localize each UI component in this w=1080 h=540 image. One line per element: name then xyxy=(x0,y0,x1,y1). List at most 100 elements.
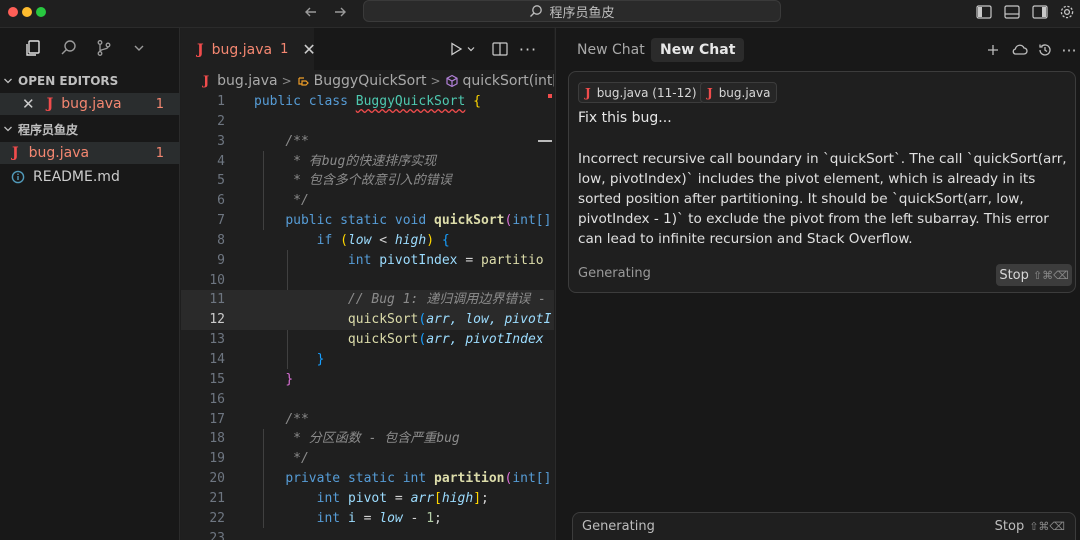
toggle-primary-sidebar-icon[interactable] xyxy=(974,2,994,22)
code-token: i xyxy=(347,510,356,526)
stop-shortcut: ⇧⌘⌫ xyxy=(1029,520,1065,533)
code-token: low xyxy=(379,510,403,526)
line-number: 21 xyxy=(209,490,225,506)
close-window-button[interactable] xyxy=(8,7,18,17)
toggle-panel-icon[interactable] xyxy=(1002,2,1022,22)
code-token: BuggyQuickSort xyxy=(355,94,466,109)
code-token: static xyxy=(340,213,388,229)
code-line: 22 int i = low - 1; xyxy=(181,509,554,529)
breadcrumb-class[interactable]: BuggyQuickSort xyxy=(314,73,427,89)
code-line: 13 quickSort(arr, pivotIndex xyxy=(181,330,554,350)
close-icon[interactable]: ✕ xyxy=(302,40,315,59)
open-editors-header[interactable]: OPEN EDITORS xyxy=(0,71,180,91)
open-editor-name: bug.java xyxy=(61,96,122,112)
code-line: 2 xyxy=(181,112,554,132)
code-token: int xyxy=(316,510,341,526)
generating-status: Generating xyxy=(582,519,655,534)
code-line: 17 /** xyxy=(181,410,554,430)
chevron-down-icon[interactable] xyxy=(127,36,151,60)
line-number: 9 xyxy=(217,252,225,268)
command-center-search[interactable]: 程序员鱼皮 xyxy=(363,0,781,22)
java-icon: J xyxy=(707,85,713,100)
code-token: int xyxy=(347,252,372,268)
code-token: void xyxy=(394,213,427,229)
line-number: 23 xyxy=(209,530,225,540)
chevron-right-icon: > xyxy=(281,74,292,88)
search-icon[interactable] xyxy=(57,36,81,60)
back-arrow-icon[interactable] xyxy=(300,1,322,23)
method-cube-icon xyxy=(445,74,458,88)
assistant-response: Incorrect recursive call boundary in `qu… xyxy=(578,151,1067,247)
code-token: { xyxy=(441,232,450,248)
code-token: partition xyxy=(434,471,505,487)
code-token: */ xyxy=(285,193,309,209)
title-bar: 程序员鱼皮 xyxy=(0,0,1080,28)
java-icon: J xyxy=(46,96,54,112)
toggle-secondary-sidebar-icon[interactable] xyxy=(1030,2,1050,22)
code-token: { xyxy=(473,94,481,109)
code-token: quickSort xyxy=(347,332,419,348)
code-token: quickSort xyxy=(347,312,419,328)
explorer-files-icon[interactable] xyxy=(21,36,45,60)
context-chip[interactable]: J bug.java xyxy=(700,82,778,103)
code-token: } xyxy=(285,371,294,387)
chevron-down-icon xyxy=(4,78,12,84)
code-token: arr, pivotIndex xyxy=(426,332,544,348)
chat-tab[interactable]: New Chat xyxy=(568,38,654,62)
code-token: pivot xyxy=(347,490,388,506)
file-item-bug-java[interactable]: J bug.java 1 xyxy=(0,142,180,164)
code-token: int xyxy=(316,490,341,506)
code-token: /** xyxy=(285,411,309,427)
code-token: * 包含多个故意引入的错误 xyxy=(285,173,452,189)
open-editor-item[interactable]: ✕ J bug.java 1 xyxy=(0,93,180,115)
code-line: 3 /** xyxy=(181,132,554,152)
split-editor-icon[interactable] xyxy=(489,38,511,60)
chat-tab-active[interactable]: New Chat xyxy=(651,38,745,62)
minimize-window-button[interactable] xyxy=(22,7,32,17)
project-folder-header[interactable]: 程序员鱼皮 xyxy=(0,119,180,139)
editor-tab-bug-java[interactable]: J bug.java 1 ✕ xyxy=(181,28,316,70)
chat-input-box[interactable]: Generating Stop ⇧⌘⌫ xyxy=(572,512,1076,540)
file-item-readme[interactable]: README.md xyxy=(0,166,180,188)
line-number: 19 xyxy=(209,451,225,467)
code-token: ; xyxy=(434,510,442,526)
problem-count-badge: 1 xyxy=(155,96,164,112)
stop-button[interactable]: Stop ⇧⌘⌫ xyxy=(996,264,1072,286)
chevron-right-icon: > xyxy=(430,74,441,88)
source-control-icon[interactable] xyxy=(92,36,116,60)
code-line: 9 int pivotIndex = partitio xyxy=(181,251,554,271)
code-line: 16 xyxy=(181,390,554,410)
breadcrumb-method[interactable]: quickSort(int[ xyxy=(463,73,554,89)
java-icon: J xyxy=(12,145,19,161)
breadcrumb-file[interactable]: bug.java xyxy=(217,73,277,89)
code-token: private xyxy=(285,471,341,487)
code-line: 15 } xyxy=(181,370,554,390)
line-number: 22 xyxy=(209,510,225,526)
more-actions-icon[interactable]: ··· xyxy=(1059,40,1079,60)
stop-button[interactable]: Stop ⇧⌘⌫ xyxy=(995,519,1065,534)
history-icon[interactable] xyxy=(1035,40,1055,60)
code-token: * 有bug的快速排序实现 xyxy=(285,153,437,169)
class-icon xyxy=(298,77,309,86)
code-token: pivotIndex xyxy=(379,252,458,268)
code-line: 4 * 有bug的快速排序实现 xyxy=(181,152,554,172)
code-token: ; xyxy=(481,490,489,506)
cloud-icon[interactable] xyxy=(1009,40,1029,60)
chevron-down-icon[interactable] xyxy=(464,38,478,60)
maximize-window-button[interactable] xyxy=(36,7,46,17)
code-line: 14 } xyxy=(181,350,554,370)
tab-label: bug.java xyxy=(211,41,273,58)
close-icon[interactable]: ✕ xyxy=(22,95,35,113)
code-line: 19 */ xyxy=(181,449,554,469)
user-prompt: Fix this bug... xyxy=(578,110,672,126)
plus-icon[interactable] xyxy=(983,40,1003,60)
context-chip-label: bug.java xyxy=(718,85,771,100)
settings-gear-icon[interactable] xyxy=(1057,2,1077,22)
context-chip[interactable]: J bug.java (11-12) xyxy=(578,82,704,103)
java-icon: J xyxy=(197,41,204,58)
code-token: partitio xyxy=(481,252,544,268)
code-token: high xyxy=(394,232,427,248)
more-actions-icon[interactable]: ··· xyxy=(517,38,539,60)
forward-arrow-icon[interactable] xyxy=(329,1,351,23)
code-lines[interactable]: 1 public class BuggyQuickSort { 2 3 /** 4… xyxy=(181,92,554,540)
